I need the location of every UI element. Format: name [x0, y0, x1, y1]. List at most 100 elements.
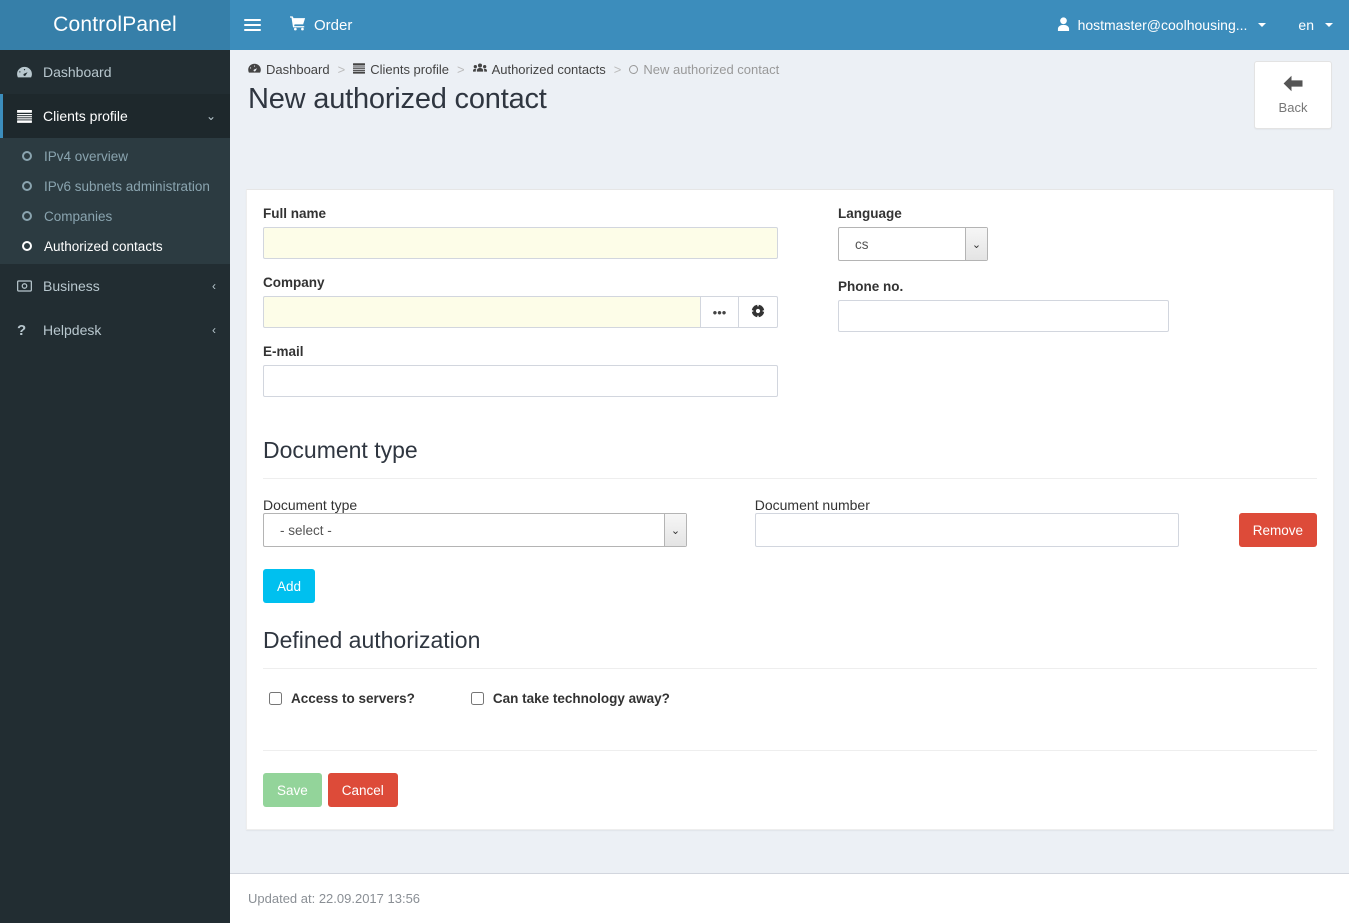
form-right-column: Language cs ⌄ Phone no. [838, 206, 1238, 413]
document-type-label: Document type [263, 497, 358, 513]
document-number-group: Document number [754, 497, 1179, 547]
user-menu[interactable]: hostmaster@coolhousing... [1041, 0, 1283, 50]
clear-circle-icon [751, 303, 765, 321]
company-input-group: ••• [263, 296, 808, 328]
save-button[interactable]: Save [263, 773, 322, 807]
full-name-input[interactable] [263, 227, 778, 259]
add-document-button[interactable]: Add [263, 569, 316, 603]
breadcrumb-separator: > [337, 62, 346, 77]
sidebar-item-ipv6-subnets-administration[interactable]: IPv6 subnets administration [0, 171, 230, 201]
document-number-label: Document number [754, 497, 870, 513]
form-divider [263, 750, 1317, 751]
footer-updated-text: Updated at: 22.09.2017 13:56 [248, 891, 421, 906]
sidebar-item-dashboard[interactable]: Dashboard [0, 50, 230, 94]
back-button[interactable]: Back [1254, 61, 1332, 129]
form-actions: Save Cancel [263, 773, 1317, 807]
sidebar-item-label: Dashboard [43, 64, 112, 80]
phone-input[interactable] [838, 300, 1169, 332]
breadcrumb-separator: > [456, 62, 465, 77]
email-label: E-mail [263, 344, 304, 359]
navbar-right: hostmaster@coolhousing... en [1041, 0, 1349, 50]
circle-icon [22, 181, 44, 191]
sidebar-item-business[interactable]: Business ‹ [0, 264, 230, 308]
arrow-left-icon [1283, 75, 1303, 96]
chevron-left-icon: ‹ [212, 279, 216, 293]
company-clear-button[interactable] [739, 296, 778, 328]
form-left-column: Full name Company ••• E-mail [263, 206, 808, 413]
order-menu-item[interactable]: Order [274, 0, 368, 50]
authorization-checkbox-group: Access to servers? Can take technology a… [263, 669, 1317, 706]
company-input[interactable] [263, 296, 700, 328]
sidebar-submenu-clients-profile: IPv4 overview IPv6 subnets administratio… [0, 138, 230, 264]
language-select[interactable]: cs [838, 227, 988, 261]
sidebar-item-ipv4-overview[interactable]: IPv4 overview [0, 141, 230, 171]
sidebar-item-clients-profile[interactable]: Clients profile ⌄ [0, 94, 230, 138]
document-row: Document type - select - ⌄ Document numb… [263, 497, 1317, 547]
email-input[interactable] [263, 365, 778, 397]
phone-group: Phone no. [838, 279, 1238, 332]
back-button-label: Back [1278, 100, 1308, 115]
take-technology-away-label: Can take technology away? [492, 691, 670, 706]
sidebar-item-label: Helpdesk [43, 322, 102, 338]
sidebar-item-authorized-contacts[interactable]: Authorized contacts [0, 231, 230, 261]
sidebar-subitem-label: Authorized contacts [44, 238, 163, 254]
sidebar-subitem-label: IPv4 overview [44, 148, 129, 164]
sidebar-item-companies[interactable]: Companies [0, 201, 230, 231]
breadcrumb-label: Dashboard [266, 62, 330, 77]
sidebar-subitem-label: IPv6 subnets administration [44, 178, 210, 194]
document-type-group: Document type - select - ⌄ [263, 497, 725, 547]
phone-label: Phone no. [838, 279, 904, 294]
users-icon [472, 62, 487, 77]
breadcrumb-item-dashboard[interactable]: Dashboard [248, 62, 330, 77]
brand-title: ControlPanel [53, 13, 177, 36]
company-browse-button[interactable]: ••• [700, 296, 739, 328]
cancel-button[interactable]: Cancel [327, 773, 398, 807]
app-root: ControlPanel Order hostmaster@coolhousin… [0, 0, 1349, 923]
brand-logo[interactable]: ControlPanel [0, 0, 230, 50]
sidebar-item-label: Clients profile [43, 108, 128, 124]
take-technology-away-checkbox-row[interactable]: Can take technology away? [470, 691, 670, 706]
circle-icon [22, 241, 44, 251]
chevron-down-icon [1258, 23, 1267, 27]
footer: Updated at: 22.09.2017 13:56 [230, 873, 1349, 923]
full-name-label: Full name [263, 206, 327, 221]
breadcrumb-item-authorized-contacts[interactable]: Authorized contacts [472, 62, 606, 77]
take-technology-away-checkbox[interactable] [470, 692, 484, 705]
sidebar-item-helpdesk[interactable]: ? Helpdesk ‹ [0, 308, 230, 352]
sidebar-subitem-label: Companies [44, 208, 113, 224]
cart-icon [290, 16, 306, 34]
top-navbar: Order hostmaster@coolhousing... en [230, 0, 1349, 50]
remove-document-button[interactable]: Remove [1238, 513, 1317, 547]
company-label: Company [263, 275, 325, 290]
document-type-select[interactable]: - select - [263, 513, 687, 547]
dashboard-icon [17, 66, 43, 79]
access-to-servers-checkbox[interactable] [269, 692, 282, 705]
access-to-servers-checkbox-row[interactable]: Access to servers? [269, 691, 415, 706]
breadcrumb: Dashboard > Clients profile > Authorized… [230, 50, 1349, 77]
chevron-left-icon: ‹ [212, 323, 216, 337]
document-section-title: Document type [263, 437, 1317, 479]
list-icon [17, 109, 43, 123]
sidebar-item-label: Business [43, 278, 100, 294]
document-remove-wrap: Remove [1238, 513, 1317, 547]
sidebar-toggle-button[interactable] [230, 0, 274, 50]
language-menu[interactable]: en [1282, 0, 1349, 50]
list-icon [353, 62, 366, 77]
document-number-input[interactable] [754, 513, 1179, 547]
chevron-down-icon: ⌄ [205, 109, 216, 123]
breadcrumb-label: Clients profile [370, 62, 449, 77]
form-card: Full name Company ••• E-mail Language cs… [246, 189, 1334, 830]
breadcrumb-item-clients-profile[interactable]: Clients profile [353, 62, 449, 77]
dashboard-icon [248, 62, 261, 77]
money-icon [17, 280, 43, 292]
user-icon [1057, 17, 1070, 33]
breadcrumb-separator: > [613, 62, 622, 77]
user-menu-label: hostmaster@coolhousing... [1077, 17, 1248, 33]
order-label: Order [314, 16, 353, 34]
language-label: Language [838, 206, 902, 221]
chevron-down-icon [1325, 23, 1333, 27]
ellipsis-icon: ••• [712, 304, 727, 320]
breadcrumb-label: Authorized contacts [491, 62, 606, 77]
circle-icon [22, 211, 44, 221]
email-group: E-mail [263, 344, 808, 397]
